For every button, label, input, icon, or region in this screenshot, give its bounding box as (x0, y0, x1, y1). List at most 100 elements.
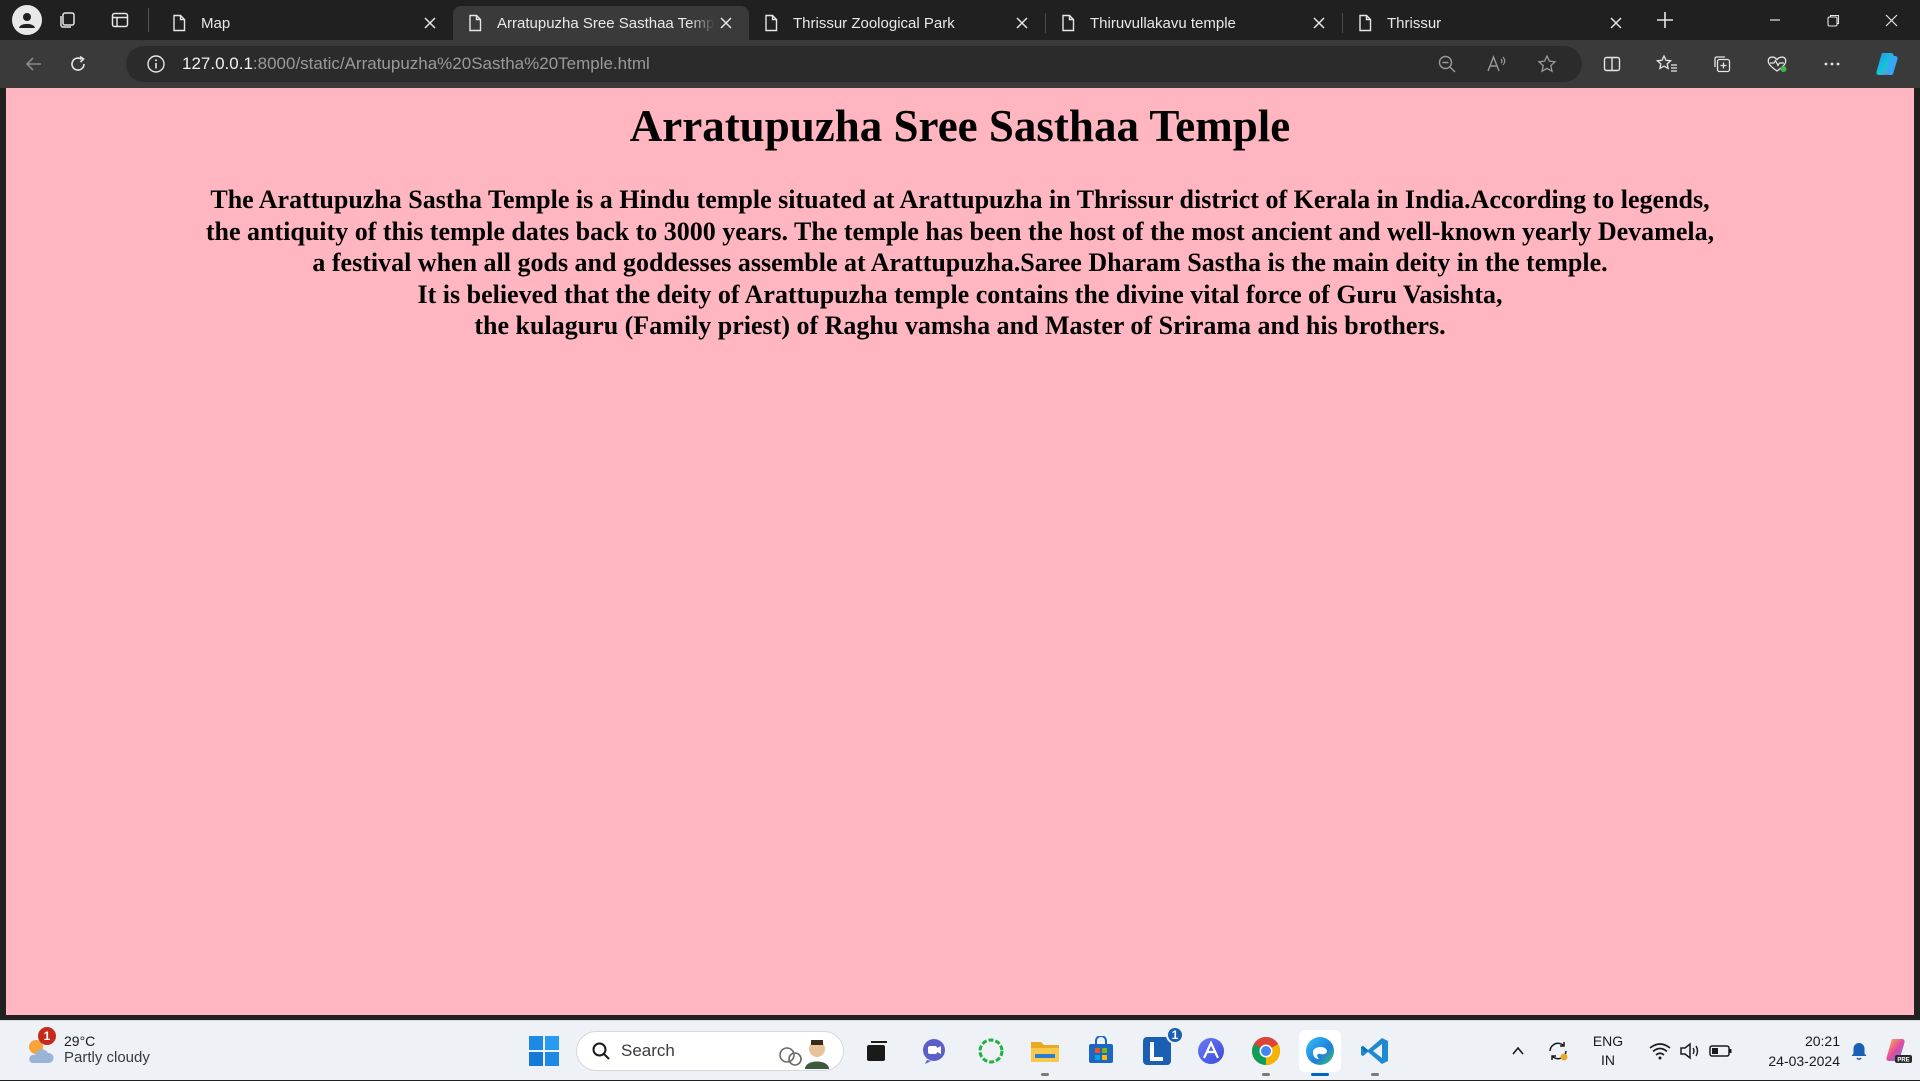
favorites-icon (1655, 54, 1677, 72)
app-vscode[interactable] (1354, 1030, 1396, 1076)
browser-toolbar: 127.0.0.1:8000/static/Arratupuzha%20Sast… (0, 40, 1920, 88)
taskbar-search[interactable]: Search (576, 1031, 844, 1071)
tab-strip-divider (148, 8, 149, 32)
more-horizontal-icon (1824, 62, 1839, 66)
tab-arratupuzha-temple[interactable]: Arratupuzha Sree Sasthaa Temple (453, 6, 749, 40)
minimize-button[interactable] (1746, 0, 1804, 40)
sync-icon (1549, 1042, 1568, 1061)
language-text: ENG IN (1593, 1032, 1623, 1070)
read-aloud-button[interactable] (1472, 46, 1522, 82)
wifi-icon (1649, 1043, 1671, 1060)
zoom-button[interactable] (1422, 46, 1472, 82)
favorite-button[interactable] (1522, 46, 1572, 82)
close-window-button[interactable] (1862, 0, 1920, 40)
store-icon (1089, 1036, 1113, 1063)
workspaces-button[interactable] (48, 0, 88, 40)
copilot-button[interactable] (1859, 40, 1914, 88)
back-button[interactable] (12, 44, 56, 84)
vertical-tabs-button[interactable] (100, 0, 140, 40)
tab-thrissur-zoological-park[interactable]: Thrissur Zoological Park (749, 6, 1045, 40)
tab-title: Map (201, 14, 231, 32)
app-green-ring[interactable] (970, 1030, 1012, 1072)
copilot-pre-icon: PRE (1886, 1039, 1912, 1064)
weather-widget[interactable]: 1 29°C Partly cloudy (20, 1027, 150, 1069)
app-file-explorer[interactable] (1024, 1030, 1066, 1076)
clock-text: 20:21 24-03-2024 (1768, 1031, 1840, 1071)
system-tray: ENG IN 20:21 24-03-2024 PRE (1500, 1021, 1920, 1081)
favorites-button[interactable] (1639, 40, 1694, 88)
tab-title: Arratupuzha Sree Sasthaa Temple (497, 14, 715, 32)
person-icon (19, 13, 35, 28)
zoom-out-icon (1438, 55, 1456, 73)
close-icon (424, 17, 436, 29)
tab-thiruvullakavu-temple[interactable]: Thiruvullakavu temple (1046, 6, 1342, 40)
task-view-button[interactable] (856, 1030, 898, 1072)
app-triangle[interactable] (1190, 1030, 1232, 1072)
language-indicator[interactable]: ENG IN (1584, 1021, 1632, 1081)
search-icon (592, 1042, 610, 1060)
split-screen-button[interactable] (1584, 40, 1639, 88)
document-icon (765, 14, 778, 32)
weather-temperature: 29°C (64, 1032, 96, 1049)
toolbar-actions (1584, 40, 1920, 88)
tab-map[interactable]: Map (157, 6, 453, 40)
site-info-button[interactable] (136, 46, 176, 82)
app-l[interactable]: 1 (1136, 1026, 1184, 1072)
tab-title: Thrissur (1387, 14, 1442, 32)
tab-close-button[interactable] (1308, 12, 1330, 34)
refresh-button[interactable] (56, 44, 100, 84)
show-hidden-icons-button[interactable] (1500, 1021, 1536, 1081)
app-chrome[interactable] (1245, 1030, 1287, 1076)
tab-close-button[interactable] (419, 12, 441, 34)
clock-date: 24-03-2024 (1768, 1053, 1840, 1069)
tab-actions-icon (111, 12, 129, 28)
address-bar[interactable]: 127.0.0.1:8000/static/Arratupuzha%20Sast… (126, 46, 1582, 82)
document-icon (469, 14, 482, 32)
profile-avatar[interactable] (12, 5, 42, 35)
collections-button[interactable] (1694, 40, 1749, 88)
clock-button[interactable]: 20:21 24-03-2024 (1750, 1021, 1840, 1081)
browser-essentials-button[interactable] (1749, 40, 1804, 88)
windows-logo-icon (529, 1036, 559, 1066)
close-icon (720, 17, 732, 29)
start-button[interactable] (526, 1033, 562, 1069)
app-microsoft-store[interactable] (1080, 1030, 1122, 1072)
info-icon (147, 55, 165, 73)
tab-title: Thrissur Zoological Park (793, 14, 955, 32)
notifications-button[interactable] (1844, 1021, 1874, 1081)
restore-button[interactable] (1804, 0, 1862, 40)
read-aloud-icon (1487, 55, 1506, 72)
sync-status-button[interactable] (1540, 1021, 1576, 1081)
tab-close-button[interactable] (1011, 12, 1033, 34)
settings-more-button[interactable] (1804, 40, 1859, 88)
tab-close-button[interactable] (1605, 12, 1627, 34)
app-chat[interactable] (913, 1030, 955, 1072)
copilot-preview-button[interactable]: PRE (1878, 1021, 1918, 1081)
task-view-icon (867, 1041, 887, 1061)
url-text[interactable]: 127.0.0.1:8000/static/Arratupuzha%20Sast… (182, 54, 650, 74)
new-tab-button[interactable] (1643, 0, 1687, 40)
close-icon (1885, 14, 1897, 26)
arrow-left-icon (25, 57, 41, 71)
url-host: 127.0.0.1 (182, 54, 253, 73)
tab-close-button[interactable] (715, 12, 737, 34)
bell-icon (1851, 1043, 1867, 1061)
document-icon (173, 14, 186, 32)
app-edge[interactable] (1299, 1030, 1341, 1076)
running-indicator (1311, 1073, 1329, 1076)
region-code: IN (1601, 1052, 1615, 1068)
tab-thrissur[interactable]: Thrissur (1343, 6, 1639, 40)
windows-taskbar: 1 29°C Partly cloudy Search 1 ENG IN 20:… (0, 1020, 1920, 1080)
paragraph-line: the antiquity of this temple dates back … (205, 216, 1715, 246)
weather-text: 29°C Partly cloudy (64, 1033, 150, 1066)
search-label: Search (621, 1041, 675, 1060)
running-indicator (1041, 1073, 1049, 1076)
paragraph-line: It is believed that the deity of Arattup… (417, 279, 1503, 309)
volume-icon (1680, 1042, 1699, 1060)
paragraph-line: a festival when all gods and goddesses a… (312, 248, 1608, 277)
svg-text:PRE: PRE (1897, 1058, 1909, 1064)
paragraph-line: The Arattupuzha Sastha Temple is a Hindu… (210, 185, 1710, 214)
copilot-icon (1875, 53, 1898, 75)
clock-time: 20:21 (1804, 1033, 1840, 1049)
quick-settings-button[interactable] (1636, 1021, 1746, 1081)
